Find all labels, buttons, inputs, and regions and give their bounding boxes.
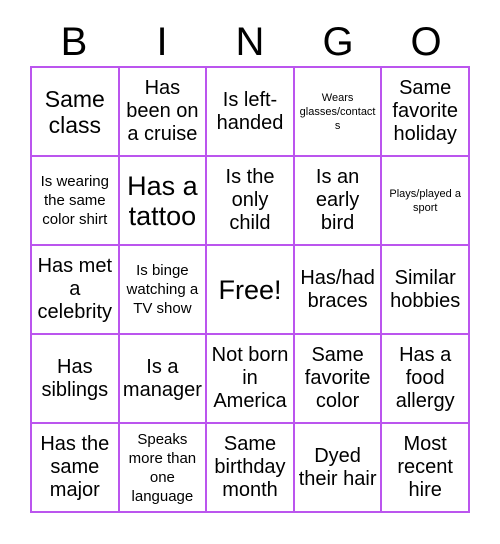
bingo-cell-label: Is an early bird [315, 166, 360, 234]
bingo-cell[interactable]: Has met a celebrity [32, 246, 120, 335]
header-letter-n: N [235, 20, 265, 64]
bingo-cell-label: Dyed their hair [298, 444, 377, 490]
bingo-cell[interactable]: Most recent hire [382, 424, 470, 513]
bingo-cell[interactable]: Same favorite color [294, 335, 383, 424]
header-letter-i: I [156, 20, 168, 64]
bingo-header: B I N G O [30, 18, 470, 66]
bingo-cell[interactable]: Similar hobbies [382, 246, 470, 335]
bingo-cell[interactable]: Is the only child [207, 157, 295, 246]
bingo-cell-label: Has been on a cruise [126, 77, 199, 145]
bingo-cell[interactable]: Has the same major [32, 424, 120, 513]
bingo-cell-label: Is a manager [122, 355, 202, 401]
bingo-cell-label: Is left-handed [216, 88, 284, 134]
bingo-card: B I N G O Same class Has been on a cruise… [0, 0, 500, 544]
bingo-cell-label: Most recent hire [397, 433, 453, 501]
bingo-cell-label: Has the same major [40, 433, 110, 501]
bingo-cell[interactable]: Has/had braces [294, 246, 383, 335]
bingo-cell-label: Has siblings [41, 355, 109, 401]
bingo-cell-label: Has met a celebrity [37, 255, 113, 323]
bingo-cell-label: Has a tattoo [127, 170, 198, 231]
bingo-cell[interactable]: Same class [32, 68, 120, 157]
bingo-cell[interactable]: Speaks more than one language [119, 424, 208, 513]
bingo-grid: Same class Has been on a cruise Is left-ha… [30, 66, 470, 513]
bingo-cell[interactable]: Free! [207, 246, 295, 335]
bingo-cell[interactable]: Has a tattoo [119, 157, 208, 246]
bingo-cell[interactable]: Has a food allergy [382, 335, 470, 424]
bingo-cell[interactable]: Same favorite holiday [382, 68, 470, 157]
bingo-cell[interactable]: Is a manager [119, 335, 208, 424]
bingo-cell-label: Is wearing the same color shirt [40, 173, 109, 228]
bingo-cell[interactable]: Is binge watching a TV show [119, 246, 208, 335]
bingo-cell[interactable]: Same birthday month [207, 424, 295, 513]
bingo-cell-label: Not born in America [211, 344, 289, 412]
bingo-cell[interactable]: Is wearing the same color shirt [32, 157, 120, 246]
bingo-cell-label: Has/had braces [300, 266, 375, 312]
header-letter-g: G [322, 20, 354, 64]
bingo-cell-label: Is binge watching a TV show [126, 262, 199, 317]
bingo-cell-label: Similar hobbies [390, 266, 461, 312]
bingo-cell[interactable]: Dyed their hair [294, 424, 383, 513]
header-letter-o: O [410, 20, 442, 64]
bingo-cell[interactable]: Not born in America [207, 335, 295, 424]
bingo-cell-label: Same favorite holiday [392, 77, 458, 145]
bingo-cell-label: Speaks more than one language [128, 430, 197, 505]
bingo-cell[interactable]: Has siblings [32, 335, 120, 424]
bingo-cell[interactable]: Is left-handed [207, 68, 295, 157]
bingo-cell[interactable]: Is an early bird [294, 157, 383, 246]
bingo-cell[interactable]: Wears glasses/contacts [294, 68, 383, 157]
bingo-cell-label: Same birthday month [214, 433, 286, 501]
header-letter-b: B [60, 20, 88, 64]
bingo-cell-label: Free! [218, 274, 282, 305]
bingo-cell[interactable]: Plays/played a sport [382, 157, 470, 246]
bingo-cell-label: Has a food allergy [395, 344, 455, 412]
bingo-cell-label: Plays/played a sport [389, 187, 461, 214]
bingo-cell[interactable]: Has been on a cruise [119, 68, 208, 157]
bingo-cell-label: Same class [44, 85, 105, 138]
bingo-cell-label: Same favorite color [304, 344, 371, 412]
bingo-cell-label: Is the only child [225, 166, 275, 234]
bingo-cell-label: Wears glasses/contacts [299, 91, 376, 132]
